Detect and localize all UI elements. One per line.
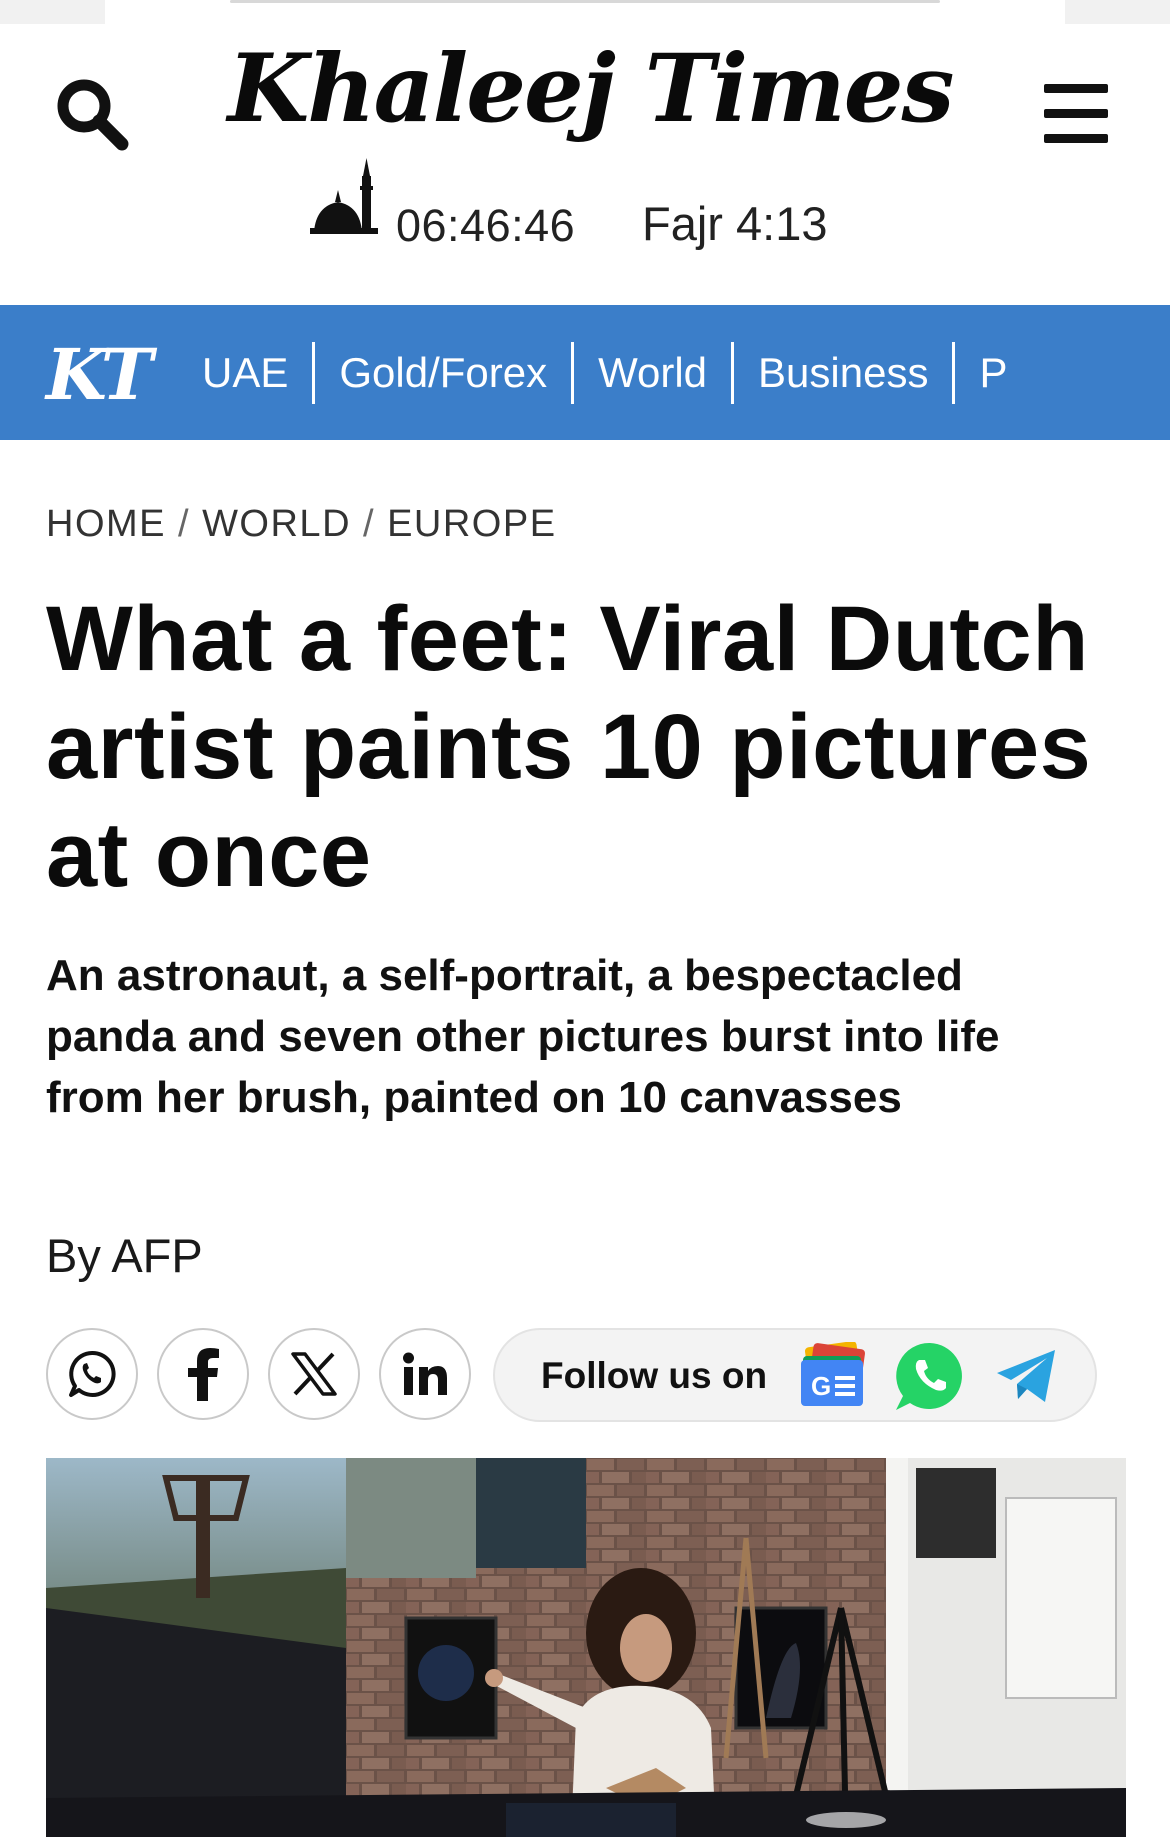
facebook-icon [188,1348,219,1401]
share-bar: Follow us on G [46,1328,1146,1422]
nav-item-gold-forex[interactable]: Gold/Forex [312,341,571,404]
hamburger-icon [1044,134,1108,143]
share-linkedin-button[interactable] [379,1328,471,1420]
breadcrumb-separator: / [178,503,191,545]
nav-item-business[interactable]: Business [731,341,952,404]
breadcrumb: HOME / WORLD / EUROPE [46,503,557,546]
article-headline: What a feet: Viral Dutch artist paints 1… [46,588,1092,906]
search-icon [57,79,129,151]
search-button[interactable] [52,74,132,154]
svg-text:G: G [811,1371,831,1401]
x-icon [291,1352,337,1396]
nav-item-uae[interactable]: UAE [180,342,312,404]
linkedin-icon [403,1352,447,1395]
main-nav: KT UAE Gold/Forex World Business P [0,305,1170,440]
prayer-clock: 06:46:46 [396,200,576,251]
article-hero-image[interactable] [46,1458,1126,1837]
follow-us-label: Follow us on [541,1355,768,1396]
top-strip-inner [105,0,1065,24]
google-news-icon[interactable]: G [797,1342,869,1408]
share-facebook-button[interactable] [157,1328,249,1420]
mosque-icon [310,158,378,234]
site-logo[interactable]: Khaleej Times [228,24,955,154]
top-strip-handle [230,0,940,3]
whatsapp-icon[interactable] [893,1340,967,1414]
telegram-icon[interactable] [995,1346,1059,1406]
breadcrumb-europe[interactable]: EUROPE [387,503,556,545]
hamburger-icon [1044,109,1108,118]
hero-photo-illustration [46,1458,1126,1837]
nav-item-world[interactable]: World [571,341,731,404]
nav-list: UAE Gold/Forex World Business P [180,305,1031,440]
menu-button[interactable] [1040,84,1112,144]
whatsapp-icon [69,1350,116,1397]
breadcrumb-home[interactable]: HOME [46,503,166,545]
site-header: Khaleej Times 06:46:46 Fajr 4:13 [0,24,1170,305]
nav-item-truncated[interactable]: P [952,341,1031,404]
top-browser-strip [0,0,1170,24]
follow-us-bar: Follow us on G [493,1328,1097,1422]
next-prayer-time: Fajr 4:13 [642,197,828,250]
share-x-button[interactable] [268,1328,360,1420]
hamburger-icon [1044,84,1108,93]
kt-logo[interactable]: KT [46,335,166,415]
breadcrumb-world[interactable]: WORLD [202,503,351,545]
prayer-time-widget[interactable]: 06:46:46 Fajr 4:13 [308,154,868,251]
breadcrumb-separator: / [363,503,376,545]
share-whatsapp-button[interactable] [46,1328,138,1420]
article-summary: An astronaut, a self-portrait, a bespect… [46,951,1000,1122]
article-byline[interactable]: By AFP [46,1228,203,1283]
